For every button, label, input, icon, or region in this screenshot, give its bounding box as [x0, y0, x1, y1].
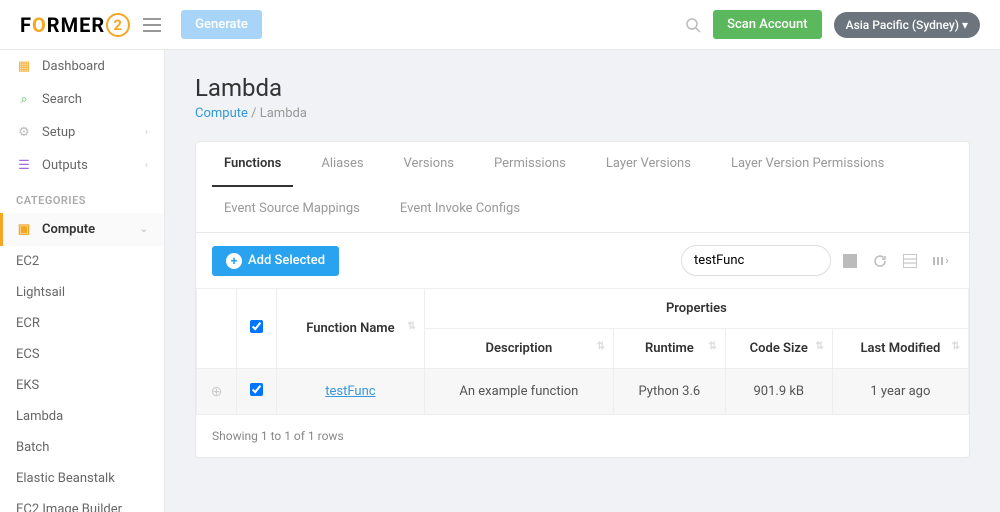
col-group-properties: Properties: [424, 289, 968, 329]
dashboard-icon: ▦: [16, 59, 32, 74]
main-content: Lambda Compute / Lambda Functions Aliases…: [165, 50, 1000, 512]
page-title: Lambda: [195, 74, 970, 102]
breadcrumb-parent-link[interactable]: Compute: [195, 106, 248, 121]
sidebar-item-outputs[interactable]: ☰ Outputs ›: [0, 149, 164, 182]
logo[interactable]: FORMER2: [20, 13, 131, 37]
sidebar-sub-ecs[interactable]: ECS: [0, 339, 164, 370]
table-row: ⊕ testFunc An example functionPython 3.690…: [197, 369, 969, 415]
col-last-modified[interactable]: Last Modified: [832, 329, 968, 369]
logo-text-b: O: [32, 13, 47, 37]
col-function-name[interactable]: Function Name: [277, 289, 425, 369]
filter-input[interactable]: [681, 245, 831, 276]
sidebar-item-label: Compute: [42, 222, 95, 237]
col-description[interactable]: Description: [424, 329, 613, 369]
tab-event-invoke-configs[interactable]: Event Invoke Configs: [388, 187, 532, 232]
sidebar-sub-lambda[interactable]: Lambda: [0, 401, 164, 432]
plus-icon: +: [226, 253, 242, 269]
sidebar-sub-ecr[interactable]: ECR: [0, 308, 164, 339]
tab-aliases[interactable]: Aliases: [309, 142, 375, 187]
sidebar-sub-elastic-beanstalk[interactable]: Elastic Beanstalk: [0, 463, 164, 494]
columns-icon[interactable]: [929, 250, 953, 272]
sidebar-item-setup[interactable]: ⚙ Setup ›: [0, 116, 164, 149]
select-all-checkbox[interactable]: [250, 320, 263, 333]
tab-layer-versions[interactable]: Layer Versions: [594, 142, 703, 187]
sidebar-sub-eks[interactable]: EKS: [0, 370, 164, 401]
sidebar-item-label: Dashboard: [42, 59, 105, 74]
outputs-icon: ☰: [16, 158, 32, 173]
categories-heading: CATEGORIES: [0, 182, 164, 213]
sidebar-category-compute[interactable]: ▣ Compute ⌄: [0, 213, 164, 246]
cell-runtime: Python 3.6: [613, 369, 725, 415]
content-panel: Functions Aliases Versions Permissions Layer…: [195, 141, 970, 458]
sidebar: ▦ Dashboard ⌕ Search ⚙ Setup › ☰ Outputs › CATEGO…: [0, 50, 165, 512]
col-runtime[interactable]: Runtime: [613, 329, 725, 369]
list-icon[interactable]: [899, 250, 921, 272]
expand-row-icon[interactable]: ⊕: [211, 384, 223, 400]
tab-versions[interactable]: Versions: [392, 142, 466, 187]
sidebar-item-search[interactable]: ⌕ Search: [0, 83, 164, 116]
top-header: FORMER2 Generate Scan Account Asia Pacif…: [0, 0, 1000, 50]
search-icon: ⌕: [16, 92, 32, 107]
sidebar-item-label: Setup: [42, 125, 75, 140]
sidebar-item-dashboard[interactable]: ▦ Dashboard: [0, 50, 164, 83]
table-toolbar: + Add Selected: [196, 233, 969, 288]
sidebar-sub-ec2[interactable]: EC2: [0, 246, 164, 277]
tabs-bar: Functions Aliases Versions Permissions Layer…: [196, 142, 969, 233]
breadcrumb: Compute / Lambda: [195, 106, 970, 121]
tab-functions[interactable]: Functions: [212, 142, 293, 187]
table-footer-info: Showing 1 to 1 of 1 rows: [196, 415, 969, 457]
col-code-size[interactable]: Code Size: [725, 329, 832, 369]
add-selected-label: Add Selected: [248, 253, 325, 268]
sidebar-item-label: Search: [42, 92, 82, 107]
toggle-view-icon[interactable]: [839, 250, 861, 272]
breadcrumb-current: Lambda: [260, 106, 307, 121]
header-actions: Scan Account Asia Pacific (Sydney) ▾: [685, 10, 980, 39]
col-expand: [197, 289, 237, 369]
tab-permissions[interactable]: Permissions: [482, 142, 578, 187]
generate-button[interactable]: Generate: [181, 10, 262, 39]
setup-icon: ⚙: [16, 125, 32, 140]
functions-table: Function Name Properties Description Run…: [196, 288, 969, 415]
sidebar-sub-lightsail[interactable]: Lightsail: [0, 277, 164, 308]
cell-last-modified: 1 year ago: [832, 369, 968, 415]
tab-layer-version-permissions[interactable]: Layer Version Permissions: [719, 142, 896, 187]
scan-account-button[interactable]: Scan Account: [713, 10, 822, 39]
logo-text-c: RMER: [47, 13, 105, 37]
tab-event-source-mappings[interactable]: Event Source Mappings: [212, 187, 372, 232]
chevron-icon: ⌄: [140, 224, 148, 235]
breadcrumb-sep: /: [248, 106, 260, 121]
chevron-right-icon: ›: [145, 160, 148, 171]
row-checkbox[interactable]: [250, 383, 263, 396]
search-icon[interactable]: [685, 17, 701, 33]
logo-text-d: 2: [106, 13, 130, 37]
chevron-right-icon: ›: [145, 127, 148, 138]
sidebar-sub-batch[interactable]: Batch: [0, 432, 164, 463]
compute-icon: ▣: [16, 222, 32, 237]
col-checkbox: [237, 289, 277, 369]
cell-code-size: 901.9 kB: [725, 369, 832, 415]
refresh-icon[interactable]: [869, 250, 891, 272]
sidebar-sub-ec2-image-builder[interactable]: EC2 Image Builder: [0, 494, 164, 512]
logo-text-a: F: [20, 13, 32, 37]
function-name-link[interactable]: testFunc: [325, 384, 375, 399]
cell-description: An example function: [424, 369, 613, 415]
menu-toggle-icon[interactable]: [143, 18, 161, 32]
sidebar-item-label: Outputs: [42, 158, 88, 173]
add-selected-button[interactable]: + Add Selected: [212, 246, 339, 276]
region-selector-button[interactable]: Asia Pacific (Sydney) ▾: [834, 12, 980, 38]
